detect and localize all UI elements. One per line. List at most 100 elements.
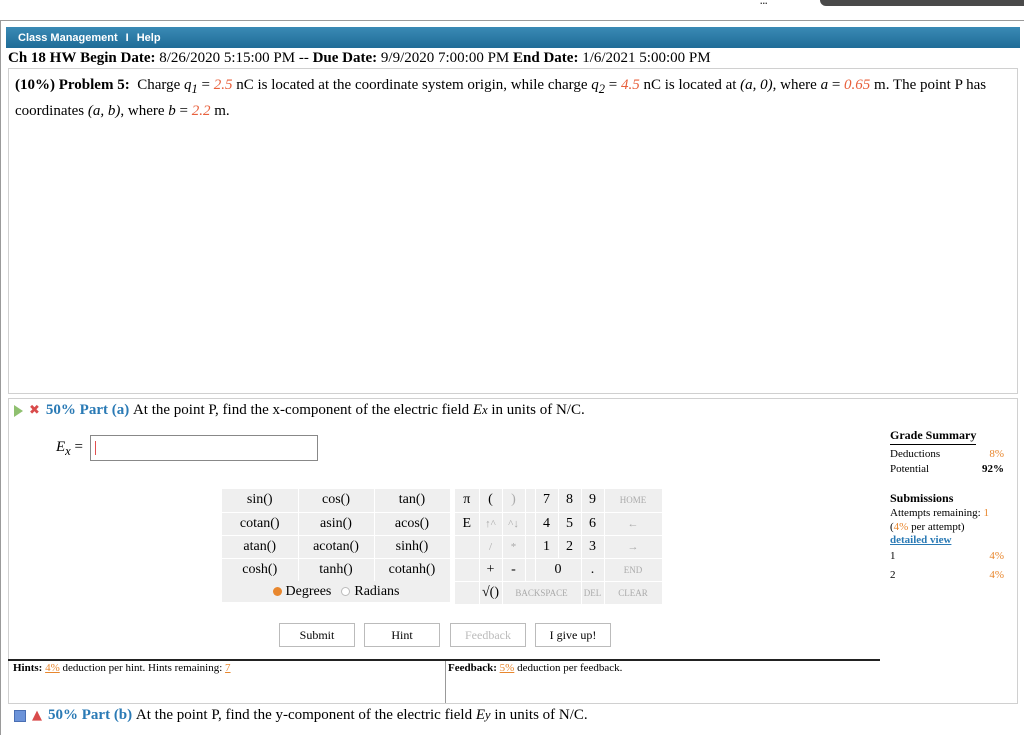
key-2[interactable]: 2	[558, 535, 582, 559]
feedback-info: Feedback: 5% deduction per feedback.	[448, 662, 622, 674]
key-1[interactable]: 1	[535, 535, 559, 559]
give-up-button[interactable]: I give up!	[535, 623, 611, 647]
hints-info: Hints: 4% deduction per hint. Hints rema…	[13, 662, 231, 674]
key-3[interactable]: 3	[581, 535, 605, 559]
grade-title: Grade Summary	[890, 428, 977, 445]
key-backspace[interactable]: BACKSPACE	[502, 581, 582, 605]
key-8[interactable]: 8	[558, 489, 582, 513]
fn-acotan[interactable]: acotan()	[298, 535, 375, 559]
problem-text-6: , where	[120, 103, 169, 119]
hint-button[interactable]: Hint	[364, 623, 440, 647]
play-icon[interactable]	[14, 404, 23, 417]
square-icon[interactable]	[14, 709, 26, 722]
key-7[interactable]: 7	[535, 489, 559, 513]
due-label: Due Date:	[312, 50, 378, 66]
degrees-radio[interactable]	[272, 587, 282, 596]
q1-eq: =	[197, 77, 214, 93]
key-e[interactable]: E	[455, 512, 480, 536]
key-dot[interactable]: .	[581, 558, 605, 582]
a-var: a	[820, 77, 829, 93]
key-down[interactable]: ^↓	[502, 512, 526, 536]
end-label: End Date:	[513, 50, 579, 66]
q1-value: 2.5	[213, 77, 233, 93]
part-a-header: ✖ 50% Part (a) At the point P, find the …	[14, 402, 585, 419]
key-5[interactable]: 5	[558, 512, 582, 536]
fn-sin[interactable]: sin()	[222, 489, 299, 513]
problem-text-1: Charge	[137, 77, 181, 93]
key-pi[interactable]: π	[455, 489, 480, 513]
key-slash[interactable]: /	[479, 535, 503, 559]
key-right[interactable]: →	[604, 535, 663, 559]
problem-text-4: , where	[772, 77, 821, 93]
key-left[interactable]: ←	[604, 512, 663, 536]
key-sqrt[interactable]: √()	[479, 581, 503, 605]
part-b-header: ▲ 50% Part (b) At the point P, find the …	[14, 707, 588, 724]
fn-cos[interactable]: cos()	[298, 489, 375, 513]
key-del[interactable]: DEL	[581, 581, 605, 605]
feedback-button[interactable]: Feedback	[450, 623, 526, 647]
degrees-label: Degrees	[285, 583, 332, 599]
fn-cotan[interactable]: cotan()	[222, 512, 299, 536]
menu-bar: Class Management I Help	[6, 27, 1020, 48]
feedback-label: Feedback:	[448, 662, 497, 674]
key-6[interactable]: 6	[581, 512, 605, 536]
per-attempt-value: 4%	[893, 521, 909, 533]
hints-pct: 4%	[45, 662, 60, 674]
hints-label: Hints:	[13, 662, 43, 674]
submissions-title: Submissions	[890, 491, 954, 505]
key-0[interactable]: 0	[535, 558, 582, 582]
a-value: 0.65	[844, 77, 871, 93]
fn-acos[interactable]: acos()	[374, 512, 451, 536]
problem-statement: (10%) Problem 5: Charge q1 = 2.5 nC is l…	[15, 74, 1005, 122]
per-attempt-post: per attempt)	[908, 521, 965, 533]
fn-cosh[interactable]: cosh()	[222, 558, 299, 582]
function-keypad: sin() cos() tan() cotan() asin() acos() …	[222, 489, 451, 582]
problem-weight: (10%)	[15, 77, 55, 93]
submission-row-n: 2	[890, 569, 896, 581]
end-date: 1/6/2021 5:00:00 PM	[582, 50, 711, 66]
grade-summary: Grade Summary Deductions 8% Potential 92% …	[890, 428, 1004, 583]
fn-atan[interactable]: atan()	[222, 535, 299, 559]
warning-icon: ▲	[32, 708, 42, 723]
fn-tanh[interactable]: tanh()	[298, 558, 375, 582]
submit-button[interactable]: Submit	[279, 623, 355, 647]
hw-dates-line: Ch 18 HW Begin Date: 8/26/2020 5:15:00 P…	[8, 50, 711, 67]
key-up[interactable]: ↑^	[479, 512, 503, 536]
fn-asin[interactable]: asin()	[298, 512, 375, 536]
feedback-text: deduction per feedback.	[514, 662, 623, 674]
detailed-view-link[interactable]: detailed view	[890, 534, 1004, 546]
potential-label: Potential	[890, 463, 930, 475]
key-4[interactable]: 4	[535, 512, 559, 536]
key-rparen[interactable]: )	[502, 489, 526, 513]
fn-cotanh[interactable]: cotanh()	[374, 558, 451, 582]
q2-coord: (a, 0)	[740, 77, 773, 93]
x-icon: ✖	[29, 403, 40, 418]
begin-label: Begin Date:	[80, 50, 156, 66]
key-clear[interactable]: CLEAR	[604, 581, 663, 605]
menu-help[interactable]: Help	[137, 32, 161, 44]
submission-row-n: 1	[890, 550, 896, 562]
text-cursor	[95, 441, 96, 455]
p-coord: (a, b)	[87, 103, 121, 119]
part-a-var-sub: x	[482, 403, 488, 417]
menu-class-management[interactable]: Class Management	[18, 32, 118, 44]
q2-eq: =	[605, 77, 621, 93]
key-star[interactable]: *	[502, 535, 526, 559]
key-9[interactable]: 9	[581, 489, 605, 513]
key-lparen[interactable]: (	[479, 489, 503, 513]
radians-radio[interactable]	[341, 587, 351, 596]
part-b-text: At the point P, find the y-component of …	[135, 707, 473, 723]
fn-sinh[interactable]: sinh()	[374, 535, 451, 559]
fn-tan[interactable]: tan()	[374, 489, 451, 513]
key-minus[interactable]: -	[502, 558, 526, 582]
b-eq: =	[175, 103, 192, 119]
key-plus[interactable]: +	[479, 558, 503, 582]
due-date: 9/9/2020 7:00:00 PM	[380, 50, 510, 66]
hints-text: deduction per hint. Hints remaining:	[59, 662, 226, 674]
answer-input[interactable]	[90, 435, 318, 461]
key-home[interactable]: HOME	[604, 489, 663, 513]
number-keypad: π ( ) 7 8 9 HOME E ↑^ ^↓ 4 5 6 ← / * 1 2…	[455, 489, 663, 605]
hints-remaining: 7	[225, 662, 231, 674]
key-end[interactable]: END	[604, 558, 663, 582]
part-a-text: At the point P, find the x-component of …	[132, 402, 470, 418]
